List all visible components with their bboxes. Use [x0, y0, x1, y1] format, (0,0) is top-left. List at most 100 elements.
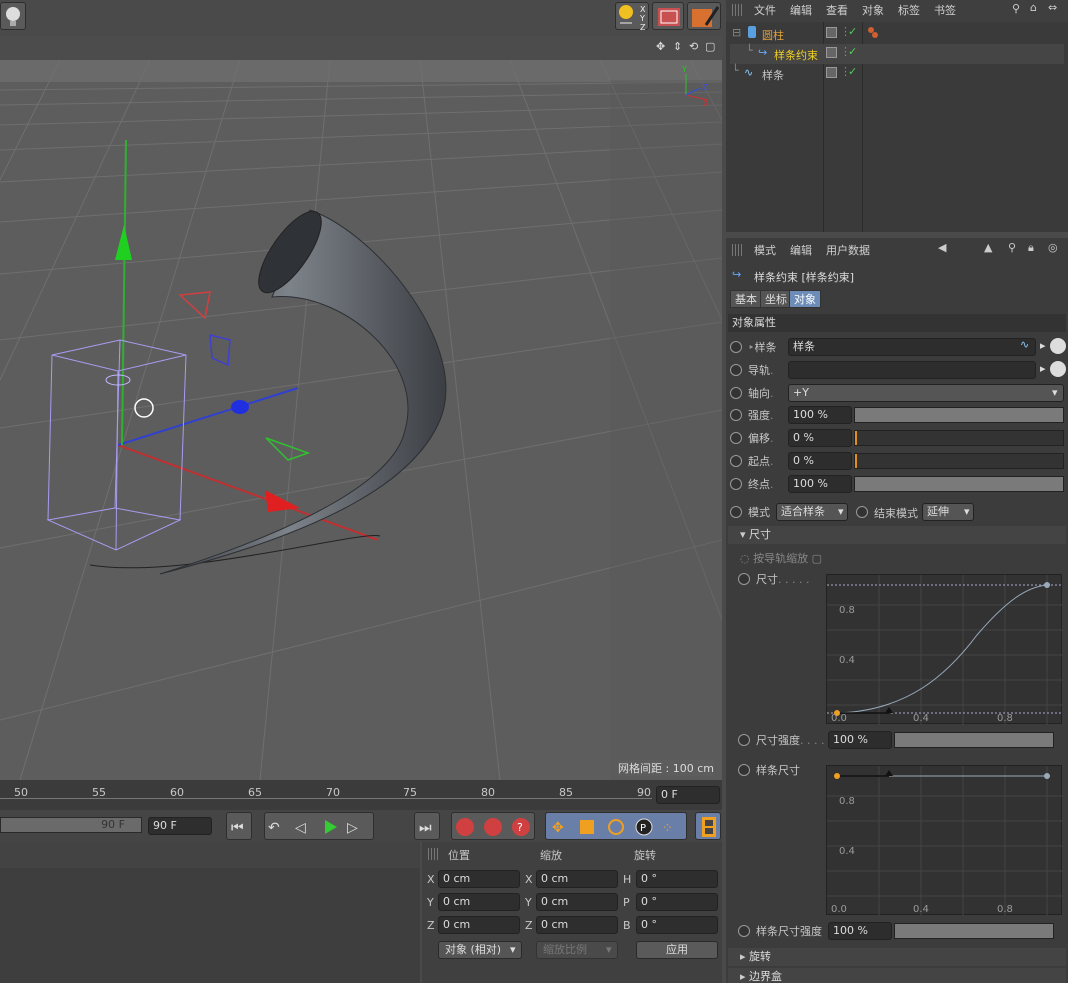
point-key-icon[interactable]: ⁘	[662, 821, 673, 836]
rotate-key-icon[interactable]	[608, 819, 624, 835]
animate-radio[interactable]	[738, 925, 750, 937]
target-icon[interactable]: ◎	[1048, 241, 1058, 254]
offset-slider[interactable]	[854, 430, 1064, 446]
animate-radio[interactable]	[730, 409, 742, 421]
start-slider[interactable]	[854, 453, 1064, 469]
apply-button[interactable]: 应用	[636, 941, 718, 959]
cylinder-bounding-box[interactable]	[46, 339, 187, 551]
object-row-cylinder[interactable]: ⊟ 圆柱 ⋮ ✓	[730, 24, 1064, 44]
viewport[interactable]: Y X Z XYZ ✥ ⇕ ⟲ ▢ 网格间距 : 100 cm	[0, 0, 722, 780]
size-curve-graph[interactable]: 0.8 0.4 0.0 0.4 0.8	[826, 574, 1063, 725]
animate-radio[interactable]	[730, 432, 742, 444]
go-to-end-icon[interactable]: ⏭	[414, 812, 440, 840]
scale-x-field[interactable]: 0 cm	[536, 870, 618, 888]
lightbulb-icon[interactable]	[0, 2, 26, 30]
picker-icon[interactable]	[1050, 361, 1066, 377]
xz-plane-handle[interactable]	[265, 437, 311, 461]
search-icon[interactable]: ⚲	[1008, 241, 1016, 254]
prev-frame-icon[interactable]: ◁	[295, 820, 306, 836]
animate-radio[interactable]	[856, 506, 868, 518]
rot-p-field[interactable]: 0 °	[636, 893, 718, 911]
pos-z-field[interactable]: 0 cm	[438, 916, 520, 934]
z-axis-handle[interactable]	[231, 400, 249, 414]
prev-key-icon[interactable]: ↶	[268, 820, 280, 836]
scale-y-field[interactable]: 0 cm	[536, 893, 618, 911]
object-name-cylinder[interactable]: 圆柱	[762, 27, 784, 43]
spline-size-strength-field[interactable]: 100 %	[828, 922, 892, 940]
menu-edit[interactable]: 编辑	[790, 242, 812, 258]
menu-edit[interactable]: 编辑	[790, 2, 812, 18]
animate-radio[interactable]	[730, 506, 742, 518]
menu-bookmarks[interactable]: 书签	[934, 2, 956, 18]
arrows-icon[interactable]: ⇔	[1048, 1, 1057, 14]
menu-tags[interactable]: 标签	[898, 2, 920, 18]
animate-radio[interactable]	[738, 764, 750, 776]
rotate-group-header[interactable]: ▸ 旋转	[728, 948, 1066, 966]
tab-object[interactable]: 对象	[789, 290, 821, 308]
search-icon[interactable]: ⚲	[1012, 2, 1020, 15]
next-frame-icon[interactable]: ▷	[347, 820, 358, 836]
size-group-header[interactable]: ▾ 尺寸	[728, 526, 1066, 544]
lock-icon[interactable]: 🔒︎	[1028, 241, 1034, 255]
object-row-spline[interactable]: └ ∿ 样条 ⋮ ✓	[730, 64, 1064, 84]
rot-h-field[interactable]: 0 °	[636, 870, 718, 888]
axis-dropdown[interactable]: +Y	[788, 384, 1064, 402]
panel-grip-icon[interactable]	[428, 848, 440, 860]
go-to-start-icon[interactable]: ⏮	[226, 812, 252, 840]
pos-y-field[interactable]: 0 cm	[438, 893, 520, 911]
animate-radio[interactable]	[730, 341, 742, 353]
autokey-icon[interactable]	[484, 818, 502, 836]
timeline-ruler[interactable]: 50 55 60 65 70 75 80 85 90 0 F	[0, 780, 722, 810]
playback-controls[interactable]: ↶ ◁ ▷	[264, 812, 374, 840]
toggle-view-icon[interactable]: ▢	[705, 40, 715, 53]
picker-icon[interactable]	[1050, 338, 1066, 354]
menu-objects[interactable]: 对象	[862, 2, 884, 18]
frame-range-slider[interactable]: 90 F	[0, 817, 142, 833]
coordinate-system-icon[interactable]: XYZ	[615, 2, 649, 32]
y-axis-handle[interactable]	[115, 225, 132, 260]
spline-size-curve-graph[interactable]: 0.8 0.4 0.0 0.4 0.8	[826, 765, 1063, 916]
menu-mode[interactable]: 模式	[754, 242, 776, 258]
current-frame-field[interactable]: 0 F	[656, 786, 720, 804]
offset-field[interactable]: 0 %	[788, 429, 852, 447]
animate-radio[interactable]	[730, 455, 742, 467]
pos-x-field[interactable]: 0 cm	[438, 870, 520, 888]
film-strip-icon[interactable]	[695, 812, 721, 840]
arrow-right-icon[interactable]: ▸	[1040, 362, 1046, 375]
object-name-spline-wrap[interactable]: 样条约束	[774, 47, 818, 63]
menu-file[interactable]: 文件	[754, 2, 776, 18]
animate-radio[interactable]	[738, 734, 750, 746]
home-icon[interactable]: ⌂	[1030, 1, 1037, 14]
zoom-view-icon[interactable]: ⇕	[673, 40, 682, 53]
render-settings-icon[interactable]	[687, 2, 721, 30]
spline-size-strength-slider[interactable]	[894, 923, 1054, 939]
size-strength-field[interactable]: 100 %	[828, 731, 892, 749]
size-strength-slider[interactable]	[894, 732, 1054, 748]
back-arrow-icon[interactable]: ◀	[938, 241, 946, 254]
end-slider[interactable]	[854, 476, 1064, 492]
animate-radio[interactable]	[730, 387, 742, 399]
object-name-spline[interactable]: 样条	[762, 67, 784, 83]
tab-coord[interactable]: 坐标	[760, 290, 792, 308]
menu-view[interactable]: 查看	[826, 2, 848, 18]
layer-icon[interactable]	[826, 67, 837, 78]
enabled-check-icon[interactable]: ✓	[848, 25, 857, 38]
move-key-icon[interactable]: ✥	[552, 820, 564, 836]
rotate-view-icon[interactable]: ⟲	[689, 40, 698, 53]
animate-radio[interactable]	[738, 573, 750, 585]
enabled-check-icon[interactable]: ✓	[848, 45, 857, 58]
spline-link-field[interactable]: 样条	[788, 338, 1036, 356]
render-view-icon[interactable]	[652, 2, 684, 30]
scale-z-field[interactable]: 0 cm	[536, 916, 618, 934]
object-row-spline-wrap[interactable]: └ ↪ 样条约束 ⋮ ✓	[730, 44, 1064, 64]
key-type-controls[interactable]: ✥ P ⁘	[545, 812, 687, 840]
layer-icon[interactable]	[826, 47, 837, 58]
animate-radio[interactable]	[730, 478, 742, 490]
move-view-icon[interactable]: ✥	[656, 40, 665, 53]
boundary-group-header[interactable]: ▸ 边界盒	[728, 968, 1066, 983]
strength-field[interactable]: 100 %	[788, 406, 852, 424]
strength-slider[interactable]	[854, 407, 1064, 423]
animate-radio[interactable]	[730, 364, 742, 376]
rot-b-field[interactable]: 0 °	[636, 916, 718, 934]
record-controls[interactable]: ?	[451, 812, 535, 840]
